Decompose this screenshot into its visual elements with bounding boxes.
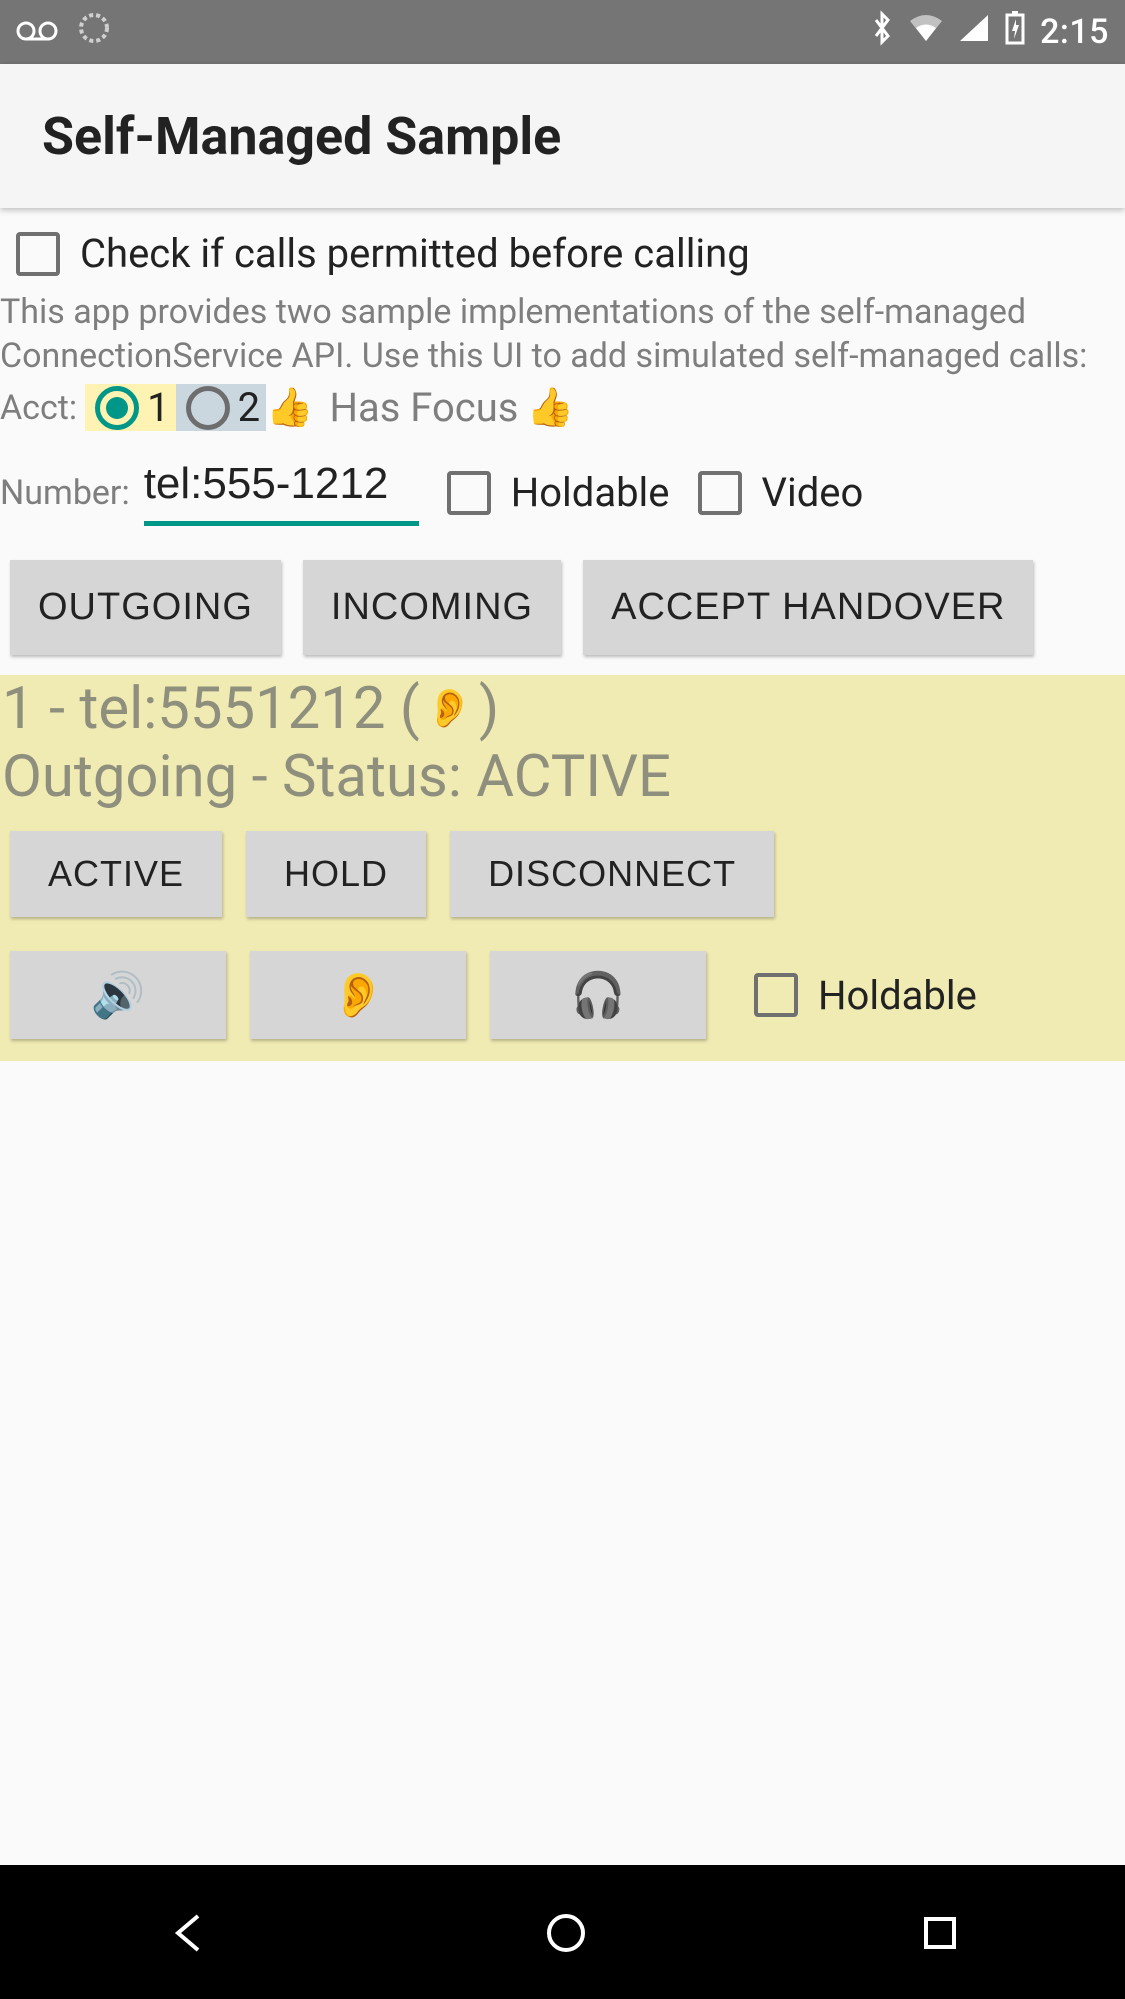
thumbs-up-icon: 👍 <box>526 389 573 427</box>
video-checkbox[interactable] <box>698 471 742 515</box>
page-title: Self-Managed Sample <box>42 106 561 167</box>
number-input[interactable] <box>144 459 419 526</box>
video-option[interactable]: Video <box>698 469 864 516</box>
call-header: 1 - tel:5551212 ( 👂 ) <box>0 675 1125 743</box>
wifi-icon <box>908 13 944 51</box>
headphone-button[interactable]: 🎧 <box>490 951 706 1039</box>
call-card: 1 - tel:5551212 ( 👂 ) Outgoing - Status:… <box>0 675 1125 1061</box>
voicemail-icon <box>16 15 58 50</box>
speaker-icon: 🔊 <box>91 971 146 1020</box>
home-button[interactable] <box>539 1906 593 1964</box>
call-holdable-label: Holdable <box>818 972 977 1019</box>
disconnect-button[interactable]: DISCONNECT <box>450 831 774 917</box>
bluetooth-icon <box>870 10 894 54</box>
status-bar: 2:15 <box>0 0 1125 64</box>
thumbs-up-icon: 👍 <box>266 389 313 427</box>
hold-button[interactable]: HOLD <box>246 831 426 917</box>
number-label: Number: <box>0 473 130 513</box>
cell-signal-icon <box>958 13 990 51</box>
accept-handover-button[interactable]: ACCEPT HANDOVER <box>583 560 1033 655</box>
call-status: Outgoing - Status: ACTIVE <box>0 743 1125 811</box>
nav-bar <box>0 1871 1125 1999</box>
number-row: Number: Holdable Video <box>0 459 1125 526</box>
holdable-checkbox[interactable] <box>447 471 491 515</box>
has-focus-label: Has Focus <box>329 384 518 431</box>
description-text: This app provides two sample implementat… <box>0 277 1125 378</box>
recent-apps-button[interactable] <box>916 1909 964 1961</box>
ear-icon: 👂 <box>331 971 386 1020</box>
loading-icon <box>78 12 110 52</box>
call-holdable-checkbox[interactable] <box>754 973 798 1017</box>
app-bar: Self-Managed Sample <box>0 64 1125 208</box>
status-clock: 2:15 <box>1040 12 1109 52</box>
speaker-button[interactable]: 🔊 <box>10 951 226 1039</box>
outgoing-button[interactable]: OUTGOING <box>10 560 281 655</box>
earpiece-button[interactable]: 👂 <box>250 951 466 1039</box>
radio-off-icon <box>186 386 230 430</box>
call-state-row: ACTIVE HOLD DISCONNECT <box>0 831 1125 917</box>
active-button[interactable]: ACTIVE <box>10 831 222 917</box>
check-calls-checkbox[interactable] <box>16 232 60 276</box>
incoming-button[interactable]: INCOMING <box>303 560 561 655</box>
video-label: Video <box>762 469 864 516</box>
acct-label: Acct: <box>0 388 77 428</box>
ear-icon: 👂 <box>426 690 473 728</box>
check-calls-row[interactable]: Check if calls permitted before calling <box>0 230 1125 277</box>
holdable-label: Holdable <box>511 469 670 516</box>
battery-charging-icon <box>1004 11 1026 53</box>
check-calls-label: Check if calls permitted before calling <box>80 230 750 277</box>
acct-radio-2[interactable]: 2 <box>176 384 266 431</box>
action-row: OUTGOING INCOMING ACCEPT HANDOVER <box>0 560 1125 655</box>
radio-on-icon <box>95 386 139 430</box>
acct-row: Acct: 1 2 👍 Has Focus 👍 <box>0 384 1125 431</box>
headphone-icon: 🎧 <box>571 971 626 1020</box>
call-holdable-option[interactable]: Holdable <box>754 972 977 1019</box>
holdable-option[interactable]: Holdable <box>447 469 670 516</box>
acct-radio-1[interactable]: 1 <box>85 384 175 431</box>
call-audio-row: 🔊 👂 🎧 Holdable <box>0 951 1125 1039</box>
back-button[interactable] <box>162 1906 216 1964</box>
